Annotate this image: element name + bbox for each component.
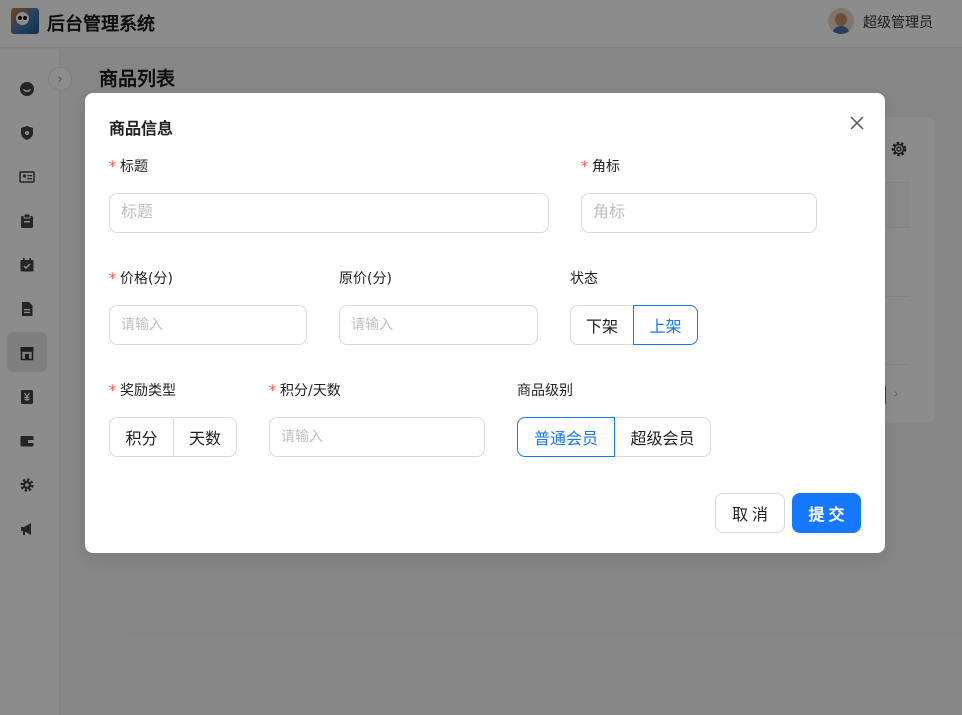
required-mark: * [109,271,116,287]
product-level-option-super[interactable]: 超级会员 [614,417,711,457]
required-mark: * [109,159,116,175]
required-mark: * [269,383,276,399]
original-price-input[interactable] [339,305,538,345]
product-level-radio-group: 普通会员 超级会员 [517,417,711,457]
product-info-modal: 商品信息 *标题 *角标 *价格(分) 原价(分) 状态 下架 上架 *奖励类型… [85,93,885,553]
title-label: * 标题 [109,159,148,175]
required-mark: * [109,383,116,399]
title-input[interactable] [109,193,549,233]
close-icon[interactable] [847,113,867,133]
required-mark: * [581,159,588,175]
corner-mark-input[interactable] [581,193,817,233]
product-level-option-regular[interactable]: 普通会员 [517,417,615,457]
reward-type-option-days[interactable]: 天数 [173,417,237,457]
status-option-on-shelf[interactable]: 上架 [633,305,698,345]
points-days-label: * 积分/天数 [269,383,341,399]
reward-type-option-points[interactable]: 积分 [109,417,174,457]
reward-type-label: * 奖励类型 [109,383,176,399]
submit-button[interactable]: 提交 [792,493,861,533]
status-radio-group: 下架 上架 [570,305,698,345]
cancel-button[interactable]: 取消 [715,493,785,533]
status-option-off-shelf[interactable]: 下架 [570,305,634,345]
price-input[interactable] [109,305,307,345]
original-price-label: 原价(分) [339,271,392,287]
price-label: * 价格(分) [109,271,173,287]
product-level-label: 商品级别 [517,383,573,399]
status-label: 状态 [570,271,598,287]
modal-title: 商品信息 [109,119,174,138]
corner-mark-label: * 角标 [581,159,620,175]
reward-type-radio-group: 积分 天数 [109,417,237,457]
points-days-input[interactable] [269,417,485,457]
